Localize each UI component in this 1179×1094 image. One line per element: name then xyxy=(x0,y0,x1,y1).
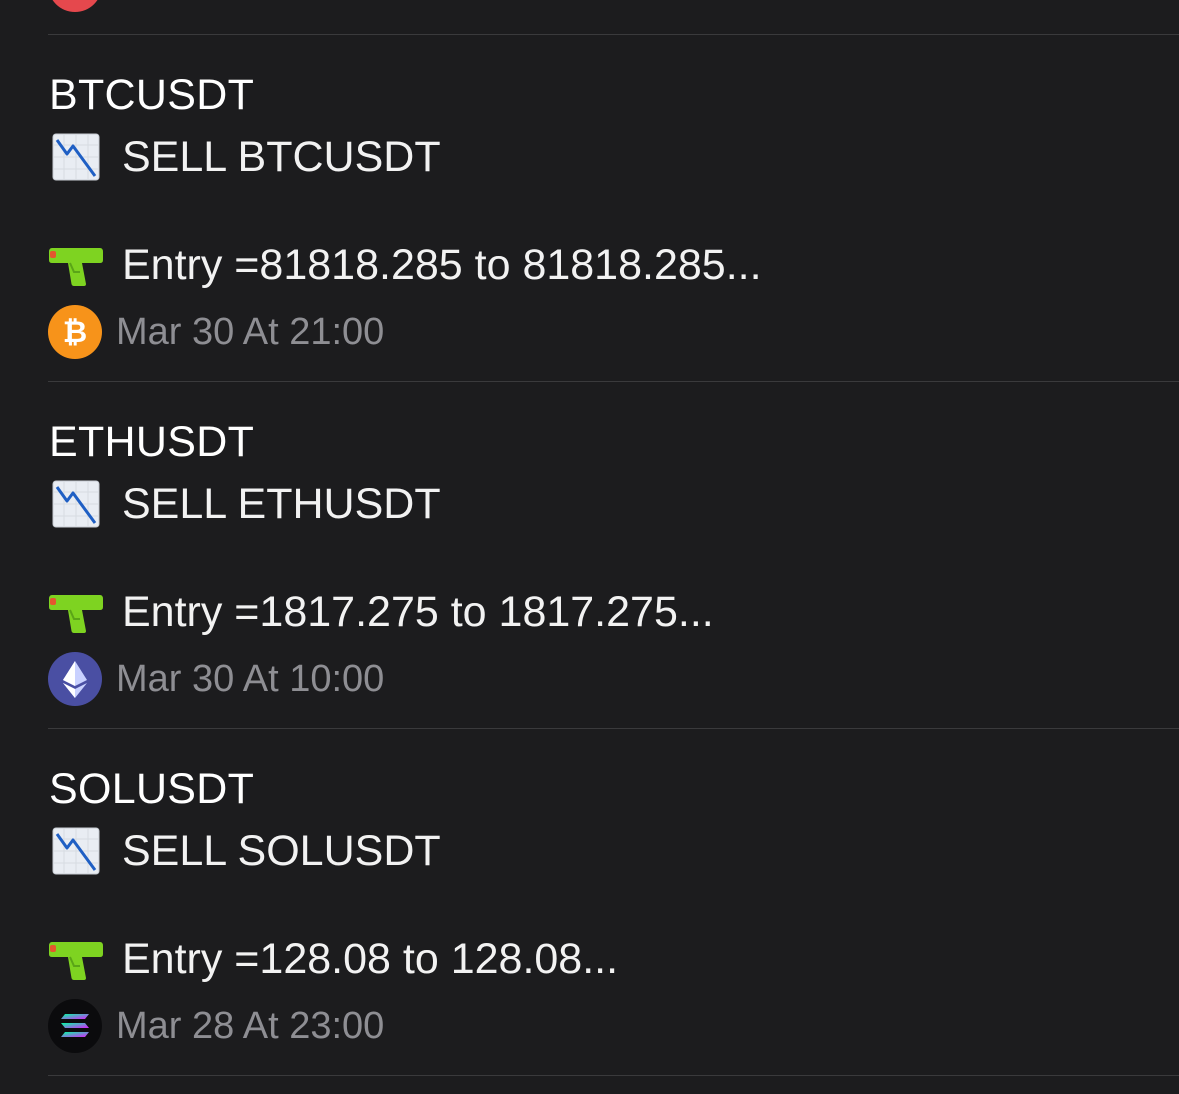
item-date: Mar 28 At 23:00 xyxy=(116,1005,385,1047)
entry-line: Entry =81818.285 to 81818.285... xyxy=(48,239,762,291)
item-title: SOLUSDT xyxy=(49,765,255,813)
item-meta: ₿ Mar 30 At 21:00 xyxy=(48,305,384,359)
list-item[interactable]: ETHUSDT SELL ETHUSDT Entry =1817.275 to … xyxy=(0,382,1179,729)
bitcoin-icon: ₿ xyxy=(48,305,102,359)
signal-line: SELL BTCUSDT xyxy=(48,131,441,183)
entry-line: Entry =128.08 to 128.08... xyxy=(48,933,618,985)
list-item[interactable]: Mar 31 At 02:00 xyxy=(0,0,1179,35)
entry-text: Entry =128.08 to 128.08... xyxy=(122,935,619,983)
item-date: Mar 30 At 21:00 xyxy=(116,311,385,353)
chart-decreasing-icon xyxy=(48,478,104,530)
solana-icon xyxy=(48,999,102,1053)
item-meta: Mar 28 At 23:00 xyxy=(48,999,384,1053)
signal-line: SELL ETHUSDT xyxy=(48,478,441,530)
item-title: BTCUSDT xyxy=(49,71,255,119)
ethereum-icon xyxy=(48,652,102,706)
water-pistol-icon xyxy=(48,586,104,638)
signal-text: SELL BTCUSDT xyxy=(122,133,441,181)
svg-text:₿: ₿ xyxy=(63,315,87,349)
chart-decreasing-icon xyxy=(48,131,104,183)
chart-decreasing-icon xyxy=(48,825,104,877)
water-pistol-icon xyxy=(48,239,104,291)
entry-line: Entry =1817.275 to 1817.275... xyxy=(48,586,714,638)
divider xyxy=(48,1075,1179,1076)
red-coin-icon xyxy=(48,0,102,12)
signal-list: Mar 31 At 02:00 BTCUSDT SELL BTCUSDT xyxy=(0,0,1179,1076)
signal-line: SELL SOLUSDT xyxy=(48,825,441,877)
item-date: Mar 31 At 02:00 xyxy=(116,0,384,11)
item-meta: Mar 31 At 02:00 xyxy=(48,0,384,12)
entry-text: Entry =81818.285 to 81818.285... xyxy=(122,241,762,289)
item-date: Mar 30 At 10:00 xyxy=(116,658,385,700)
signal-text: SELL SOLUSDT xyxy=(122,827,441,875)
list-item[interactable]: BTCUSDT SELL BTCUSDT Entry =81818.285 to… xyxy=(0,35,1179,382)
signal-text: SELL ETHUSDT xyxy=(122,480,441,528)
item-title: ETHUSDT xyxy=(49,418,255,466)
water-pistol-icon xyxy=(48,933,104,985)
list-item[interactable]: SOLUSDT SELL SOLUSDT Entry =128.08 to 12… xyxy=(0,729,1179,1076)
item-meta: Mar 30 At 10:00 xyxy=(48,652,384,706)
entry-text: Entry =1817.275 to 1817.275... xyxy=(122,588,714,636)
